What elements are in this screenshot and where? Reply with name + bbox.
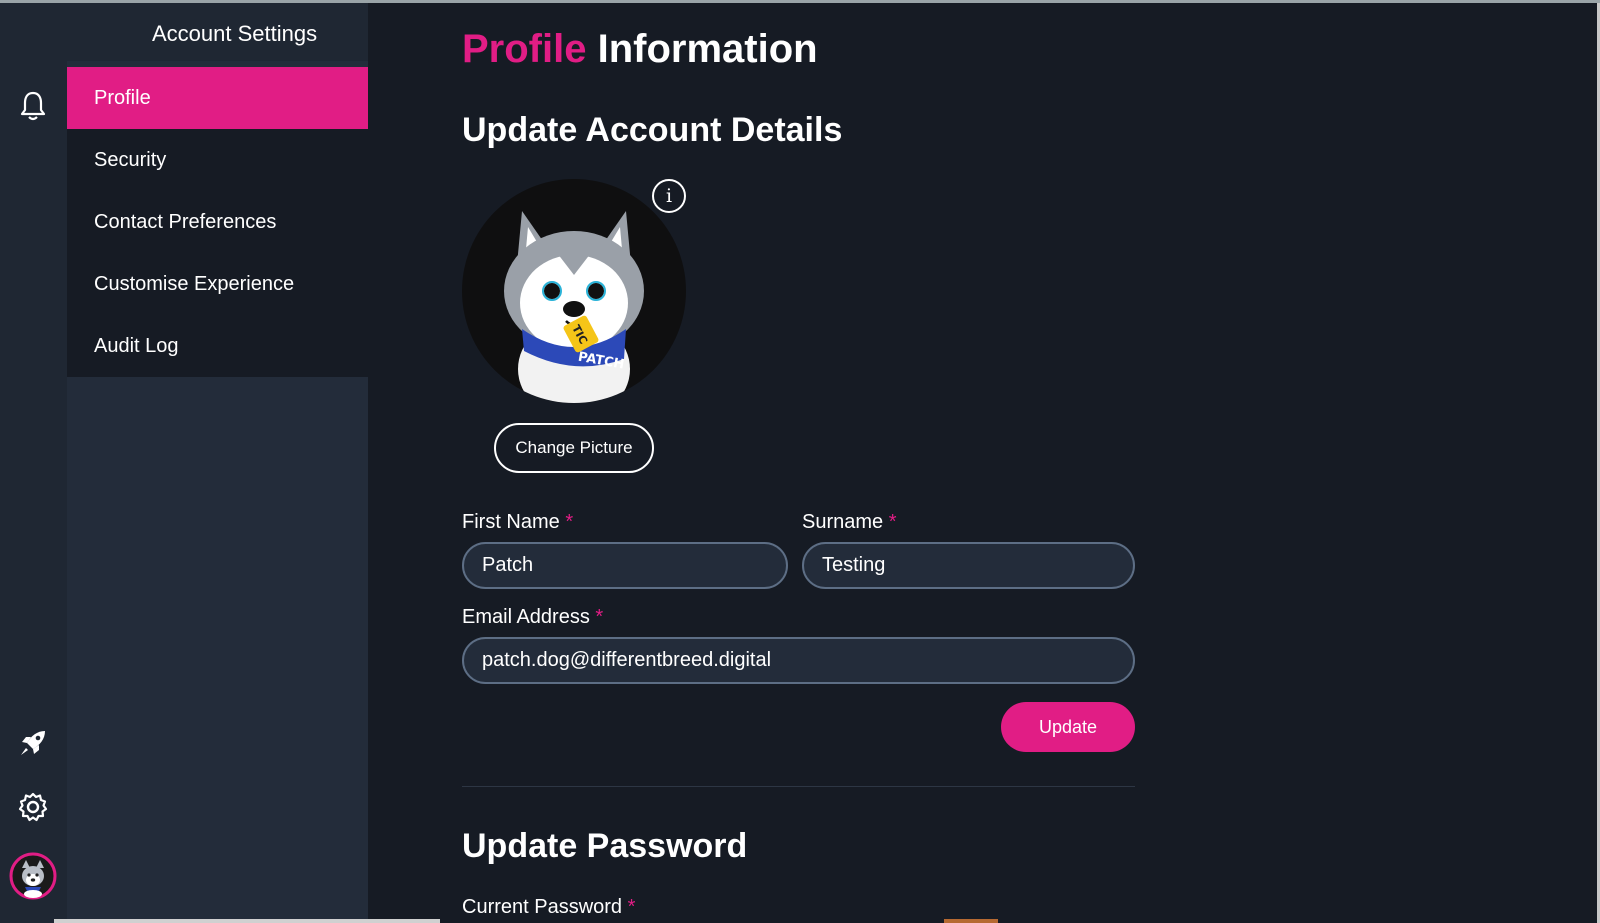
email-label: Email Address *	[462, 606, 604, 628]
icon-rail	[0, 3, 67, 923]
required-marker: *	[595, 606, 604, 628]
bottom-accent-strip	[944, 919, 998, 923]
email-field[interactable]	[462, 637, 1135, 684]
required-marker: *	[627, 896, 636, 918]
surname-field[interactable]	[802, 542, 1135, 589]
menu-item-profile[interactable]: Profile	[67, 67, 368, 129]
page-title: Profile Information	[462, 27, 818, 72]
panel-title: Account Settings	[152, 21, 318, 46]
page-title-rest: Information	[586, 27, 818, 71]
menu-item-security[interactable]: Security	[67, 129, 368, 191]
required-marker: *	[565, 511, 574, 533]
menu-item-customise-experience[interactable]: Customise Experience	[67, 253, 368, 315]
horizontal-scrollbar[interactable]	[54, 919, 440, 923]
settings-panel: Account Settings Profile Security Contac…	[0, 3, 468, 923]
info-button[interactable]: i	[652, 179, 686, 213]
gear-icon[interactable]	[13, 787, 53, 827]
current-password-label: Current Password *	[462, 896, 636, 918]
update-password-heading: Update Password	[462, 827, 748, 865]
update-button[interactable]: Update	[1001, 702, 1135, 752]
main-content: Profile Information Update Account Detai…	[368, 3, 1600, 923]
first-name-field[interactable]	[462, 542, 788, 589]
page-title-accent: Profile	[462, 27, 587, 71]
rocket-icon[interactable]	[13, 723, 53, 763]
menu-item-audit-log[interactable]: Audit Log	[67, 315, 368, 377]
section-divider	[462, 786, 1135, 787]
user-avatar[interactable]	[9, 852, 57, 900]
account-details-heading: Update Account Details	[462, 111, 843, 149]
settings-menu: Profile Security Contact Preferences Cus…	[67, 67, 368, 377]
profile-avatar: PATCH TIC	[462, 179, 686, 403]
info-icon: i	[665, 185, 673, 207]
required-marker: *	[888, 511, 897, 533]
change-picture-button[interactable]: Change Picture	[494, 423, 654, 473]
bell-icon[interactable]	[13, 86, 53, 126]
menu-item-contact-preferences[interactable]: Contact Preferences	[67, 191, 368, 253]
surname-label: Surname *	[802, 511, 897, 533]
first-name-label: First Name *	[462, 511, 574, 533]
